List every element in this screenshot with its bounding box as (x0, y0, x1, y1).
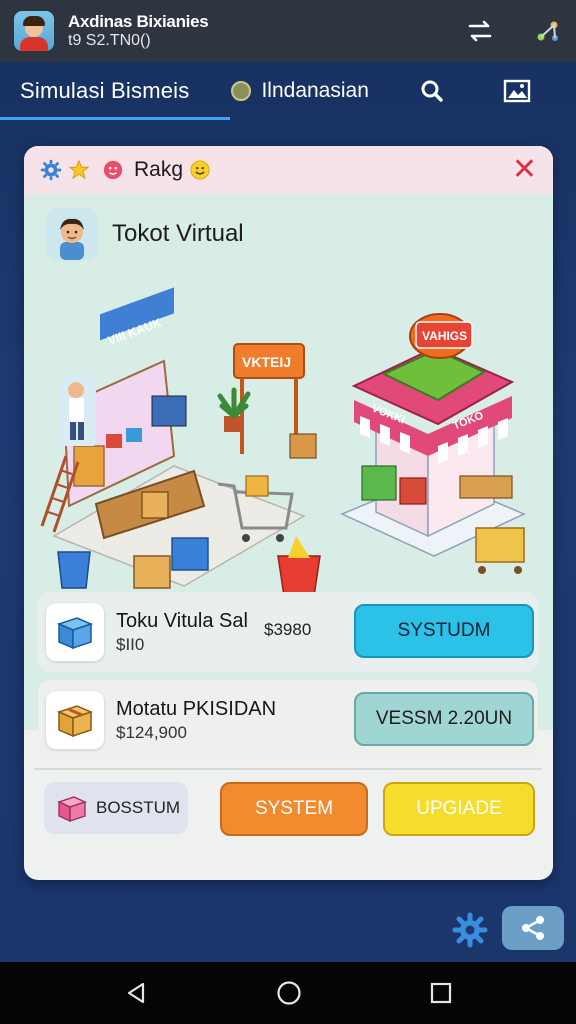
app-title: Axdinas Bixianies (68, 12, 209, 32)
dialog-title: Rakg (134, 158, 184, 181)
item-price: $II0 (116, 634, 145, 654)
globe-icon (231, 81, 252, 101)
list-item[interactable]: Motatu PKISIDAN $124,900 VESSM 2.20UN (38, 680, 538, 760)
shop-name: Tokot Virtual (112, 220, 244, 247)
app-avatar-icon[interactable] (14, 11, 54, 51)
virtual-shop-illustration: VIII KAUK VKTEIJ VAHIGS VOKKI TOKO (40, 287, 526, 597)
back-icon[interactable] (124, 981, 148, 1005)
language-label: Ilndanasian (261, 79, 369, 102)
boost-label: BOSSTUM (96, 798, 181, 817)
item-name: Motatu PKISIDAN (116, 697, 277, 720)
cardboard-box-icon (46, 691, 104, 749)
home-icon[interactable] (276, 980, 302, 1006)
search-icon[interactable] (419, 78, 445, 104)
vessm-button[interactable]: VESSM 2.20UN (354, 692, 534, 746)
share-button[interactable] (502, 906, 564, 950)
divider (34, 768, 542, 770)
settings-gear-icon[interactable] (452, 912, 488, 948)
recents-icon[interactable] (430, 982, 452, 1004)
status-bar: Axdinas Bixianies t9 S2.TN0() (0, 0, 576, 62)
shop-title: Tokot Virtual (46, 208, 244, 260)
system-nav-bar (0, 962, 576, 1024)
item-price: $124,900 (116, 722, 187, 742)
shopkeeper-avatar (46, 208, 98, 260)
tab-bar: Simulasi Bismeis Ilndanasian (0, 62, 576, 120)
gear-icon (40, 159, 62, 181)
smiley-icon (190, 160, 210, 180)
swap-icon[interactable] (466, 17, 494, 45)
shop-dialog: Rakg ✕ Tokot Virtual VIII KAUK VKTEIJ VA… (24, 146, 553, 880)
action-bar: BOSSTUM SYSTEM UPGIADE (24, 782, 553, 852)
pink-box-icon (57, 796, 87, 823)
tab-simulation[interactable]: Simulasi Bismeis (0, 62, 231, 120)
app-subtitle: t9 S2.TN0() (68, 31, 151, 49)
gallery-icon[interactable] (503, 79, 531, 103)
network-icon[interactable] (534, 17, 562, 45)
systudm-button[interactable]: SYSTUDM (354, 604, 534, 658)
system-button[interactable]: SYSTEM (220, 782, 368, 836)
boost-tag[interactable]: BOSSTUM (44, 782, 188, 834)
share-icon (522, 916, 544, 940)
heart-face-icon (103, 160, 123, 180)
item-name: Toku Vitula Sal (116, 609, 248, 632)
language-selector[interactable]: Ilndanasian (231, 79, 369, 103)
upgrade-button[interactable]: UPGIADE (383, 782, 535, 836)
list-item[interactable]: Toku Vitula Sal $II0 $3980 SYSTUDM (38, 592, 538, 672)
item-extra-price: $3980 (264, 620, 312, 639)
blue-box-icon (46, 603, 104, 661)
close-icon[interactable]: ✕ (512, 155, 537, 185)
star-icon (68, 159, 90, 180)
dialog-header: Rakg ✕ (24, 146, 553, 194)
arch-sign-text: VKTEIJ (242, 354, 291, 370)
app-title-block: Axdinas Bixianies t9 S2.TN0() (68, 12, 209, 50)
roof-sign-text: VAHIGS (422, 329, 467, 343)
